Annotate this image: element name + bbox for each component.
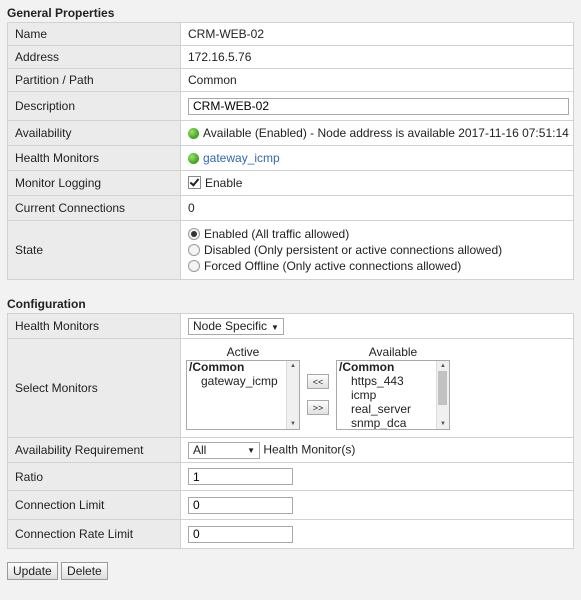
row-description: Description [7,91,574,121]
connection-rate-limit-cell [180,519,574,549]
row-availability: Availability Available (Enabled) - Node … [7,120,574,146]
available-scrollbar[interactable]: ▲ ▼ [436,361,449,429]
connection-limit-cell [180,490,574,520]
row-state: State Enabled (All traffic allowed) Disa… [7,220,574,280]
scroll-thumb[interactable] [438,371,447,405]
availability-requirement-select[interactable]: All ▼ [188,441,260,459]
ratio-cell [180,462,574,491]
description-input[interactable] [188,97,569,115]
state-forced-offline-label: Forced Offline (Only active connections … [204,259,462,273]
monitor-chooser: Active Available /Common gateway_icmp ▲ … [181,340,573,436]
partition-label: Partition / Path [7,68,181,92]
description-label: Description [7,91,181,121]
state-cell: Enabled (All traffic allowed) Disabled (… [180,220,574,280]
select-arrow-icon: ▼ [271,322,279,332]
state-disabled-radio[interactable] [188,244,200,256]
monitor-logging-label: Monitor Logging [7,170,181,196]
row-name: Name CRM-WEB-02 [7,22,574,46]
availability-requirement-cell: All ▼ Health Monitor(s) [180,437,574,463]
name-value: CRM-WEB-02 [180,22,574,46]
monitor-logging-checkbox[interactable] [188,176,201,189]
row-config-health-monitors: Health Monitors Node Specific ▼ [7,313,574,339]
select-monitors-cell: Active Available /Common gateway_icmp ▲ … [180,338,574,438]
state-forced-offline-option[interactable]: Forced Offline (Only active connections … [188,258,573,274]
active-scrollbar[interactable]: ▲ ▼ [286,361,299,429]
select-arrow-icon: ▼ [247,445,255,455]
status-available-icon [188,128,199,139]
active-item-gateway-icmp[interactable]: gateway_icmp [187,374,299,388]
select-monitors-label: Select Monitors [7,338,181,438]
health-monitors-label: Health Monitors [7,145,181,171]
update-button[interactable]: Update [7,562,58,580]
scroll-up-icon[interactable]: ▲ [287,361,299,371]
connection-rate-limit-label: Connection Rate Limit [7,519,181,549]
state-label: State [7,220,181,280]
active-group: /Common [189,360,245,374]
active-header: Active [226,345,260,359]
row-partition: Partition / Path Common [7,68,574,92]
row-select-monitors: Select Monitors Active Available /Common… [7,338,574,438]
general-properties-table: Name CRM-WEB-02 Address 172.16.5.76 Part… [7,22,574,280]
health-monitors-cell: gateway_icmp [180,145,574,171]
delete-button[interactable]: Delete [61,562,108,580]
availability-value: Available (Enabled) - Node address is av… [203,126,569,140]
config-health-monitors-label: Health Monitors [7,313,181,339]
row-connection-rate-limit: Connection Rate Limit [7,519,574,549]
row-address: Address 172.16.5.76 [7,45,574,69]
row-health-monitors: Health Monitors gateway_icmp [7,145,574,171]
connection-limit-label: Connection Limit [7,490,181,520]
active-monitors-list[interactable]: /Common gateway_icmp ▲ ▼ [186,360,300,430]
current-connections-value: 0 [180,195,574,221]
state-enabled-radio[interactable] [188,228,200,240]
general-properties-title: General Properties [7,6,115,20]
state-enabled-label: Enabled (All traffic allowed) [204,227,350,241]
description-cell [180,91,574,121]
scroll-down-icon[interactable]: ▼ [437,419,449,429]
scroll-up-icon[interactable]: ▲ [437,361,449,371]
health-monitors-select-value: Node Specific [193,318,268,333]
available-item-real-server[interactable]: real_server [337,402,449,416]
availability-label: Availability [7,120,181,146]
configuration-table: Health Monitors Node Specific ▼ Select Mo… [7,313,574,549]
availability-requirement-suffix: Health Monitor(s) [263,442,356,457]
row-ratio: Ratio [7,462,574,491]
name-label: Name [7,22,181,46]
row-monitor-logging: Monitor Logging Enable [7,170,574,196]
monitor-status-icon [188,153,199,164]
state-forced-offline-radio[interactable] [188,260,200,272]
row-availability-requirement: Availability Requirement All ▼ Health Mon… [7,437,574,463]
partition-value: Common [180,68,574,92]
move-to-active-button[interactable]: << [307,374,329,389]
state-disabled-label: Disabled (Only persistent or active conn… [204,243,503,257]
state-enabled-option[interactable]: Enabled (All traffic allowed) [188,226,573,242]
available-monitors-list[interactable]: /Common https_443 icmp real_server snmp_… [336,360,450,430]
available-item-https-443[interactable]: https_443 [337,374,449,388]
connection-rate-limit-input[interactable] [188,525,293,543]
ratio-input[interactable] [188,468,293,485]
state-disabled-option[interactable]: Disabled (Only persistent or active conn… [188,242,573,258]
monitor-logging-cell: Enable [180,170,574,196]
current-connections-label: Current Connections [7,195,181,221]
connection-limit-input[interactable] [188,496,293,514]
monitor-logging-text: Enable [205,176,243,190]
availability-requirement-value: All [193,442,207,457]
ratio-label: Ratio [7,462,181,491]
health-monitors-select[interactable]: Node Specific ▼ [188,317,284,335]
move-to-available-button[interactable]: >> [307,400,329,415]
scroll-down-icon[interactable]: ▼ [287,419,299,429]
row-current-connections: Current Connections 0 [7,195,574,221]
gateway-icmp-link[interactable]: gateway_icmp [203,151,280,165]
availability-requirement-label: Availability Requirement [7,437,181,463]
available-group: /Common [339,360,395,374]
row-connection-limit: Connection Limit [7,490,574,520]
availability-cell: Available (Enabled) - Node address is av… [180,120,574,146]
config-health-monitors-cell: Node Specific ▼ [180,313,574,339]
available-item-icmp[interactable]: icmp [337,388,449,402]
available-item-snmp-dca[interactable]: snmp_dca [337,416,449,429]
configuration-title: Configuration [7,297,86,311]
available-header: Available [368,345,418,359]
address-value: 172.16.5.76 [180,45,574,69]
address-label: Address [7,45,181,69]
action-bar: Update Delete [0,549,581,580]
